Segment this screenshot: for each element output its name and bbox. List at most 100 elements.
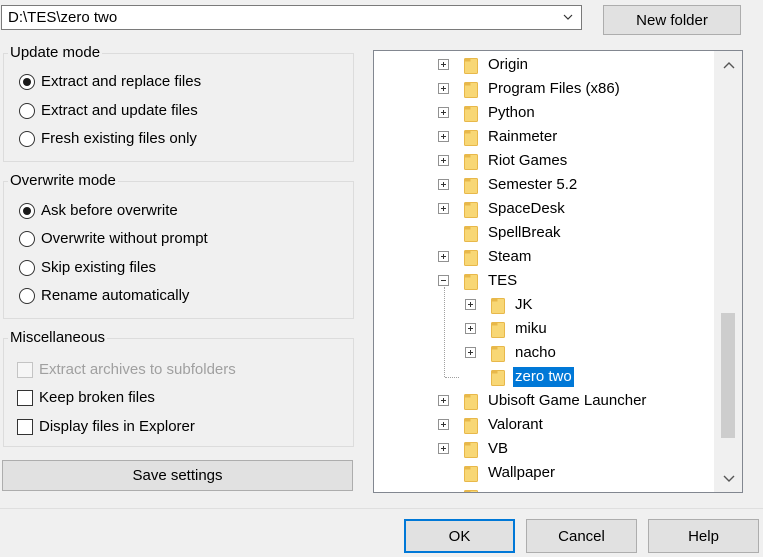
radio-button[interactable] xyxy=(19,287,35,304)
miscellaneous-title: Miscellaneous xyxy=(8,329,108,346)
expand-plus-icon[interactable] xyxy=(465,323,476,334)
option-label: Rename automatically xyxy=(41,287,190,304)
expand-plus-icon[interactable] xyxy=(438,203,449,214)
tree-item-label: miku xyxy=(515,320,547,337)
help-button[interactable]: Help xyxy=(648,519,759,553)
tree-item[interactable]: Semester 5.2 xyxy=(374,173,714,197)
radio-skip-existing[interactable]: Skip existing files xyxy=(19,259,156,276)
tree-item[interactable]: SpaceDesk xyxy=(374,197,714,221)
radio-ask-before-overwrite[interactable]: Ask before overwrite xyxy=(19,202,178,219)
folder-icon xyxy=(464,224,478,242)
tree-item-label: SpellBreak xyxy=(488,224,561,241)
radio-overwrite-without-prompt[interactable]: Overwrite without prompt xyxy=(19,230,208,247)
option-label: Fresh existing files only xyxy=(41,130,197,147)
tree-item[interactable]: Origin xyxy=(374,53,714,77)
expand-plus-icon[interactable] xyxy=(438,419,449,430)
checkbox-keep-broken-files[interactable]: Keep broken files xyxy=(17,389,155,406)
radio-extract-update[interactable]: Extract and update files xyxy=(19,102,198,119)
collapse-minus-icon[interactable] xyxy=(438,275,449,286)
radio-rename-automatically[interactable]: Rename automatically xyxy=(19,287,189,304)
folder-icon xyxy=(464,440,478,458)
expand-plus-icon[interactable] xyxy=(438,83,449,94)
tree-item-label: VB xyxy=(488,440,509,457)
expand-plus-icon[interactable] xyxy=(438,395,449,406)
cancel-label: Cancel xyxy=(558,527,605,545)
tree-item-label: Ubisoft Game Launcher xyxy=(488,392,647,409)
save-settings-button[interactable]: Save settings xyxy=(2,460,353,491)
expand-plus-icon[interactable] xyxy=(438,251,449,262)
tree-item[interactable]: Riot Games xyxy=(374,149,714,173)
tree-item[interactable]: JK xyxy=(374,293,714,317)
expand-plus-icon[interactable] xyxy=(465,347,476,358)
tree-item[interactable]: TES xyxy=(374,269,714,293)
folder-icon xyxy=(464,464,478,482)
option-label: Skip existing files xyxy=(41,259,157,276)
folder-tree[interactable]: Origin Program Files (x86) Python Rainmeter… xyxy=(373,50,743,493)
tree-item[interactable]: Python xyxy=(374,101,714,125)
tree-item-label: nacho xyxy=(515,344,556,361)
scroll-up-icon[interactable] xyxy=(722,61,736,71)
folder-icon xyxy=(464,488,478,492)
help-label: Help xyxy=(688,527,719,545)
folder-icon xyxy=(464,80,478,98)
path-combobox[interactable]: D:\TES\zero two xyxy=(1,5,582,30)
radio-button[interactable] xyxy=(19,202,35,219)
scroll-down-icon[interactable] xyxy=(722,473,736,483)
tree-item-label: TES xyxy=(488,272,518,289)
tree-item[interactable]: zero two xyxy=(374,365,714,389)
folder-icon xyxy=(464,152,478,170)
expand-plus-icon[interactable] xyxy=(438,59,449,70)
tree-item-label: zero two xyxy=(512,366,575,388)
expand-plus-icon[interactable] xyxy=(438,107,449,118)
tree-item[interactable]: Ubisoft Game Launcher xyxy=(374,389,714,413)
tree-item[interactable]: SpellBreak xyxy=(374,221,714,245)
expand-plus-icon[interactable] xyxy=(438,179,449,190)
save-settings-label: Save settings xyxy=(132,467,223,484)
radio-button[interactable] xyxy=(19,73,35,90)
radio-fresh-existing[interactable]: Fresh existing files only xyxy=(19,130,197,147)
cancel-button[interactable]: Cancel xyxy=(526,519,637,553)
tree-item-label: SpaceDesk xyxy=(488,200,565,217)
folder-icon xyxy=(464,176,478,194)
expand-plus-icon[interactable] xyxy=(438,131,449,142)
checkbox[interactable] xyxy=(17,418,33,435)
tree-item[interactable] xyxy=(374,485,714,492)
tree-item-label: Riot Games xyxy=(488,152,568,169)
tree-item[interactable]: Rainmeter xyxy=(374,125,714,149)
expand-plus-icon[interactable] xyxy=(438,155,449,166)
new-folder-label: New folder xyxy=(636,11,708,29)
option-label: Overwrite without prompt xyxy=(41,230,208,247)
folder-icon xyxy=(464,56,478,74)
bottom-separator xyxy=(0,508,763,509)
checkbox-display-in-explorer[interactable]: Display files in Explorer xyxy=(17,418,195,435)
vertical-scrollbar[interactable] xyxy=(714,51,742,492)
option-label: Extract and replace files xyxy=(41,73,202,90)
new-folder-button[interactable]: New folder xyxy=(603,5,741,35)
tree-item[interactable]: Valorant xyxy=(374,413,714,437)
tree-item[interactable]: nacho xyxy=(374,341,714,365)
tree-item-label: Python xyxy=(488,104,535,121)
radio-button[interactable] xyxy=(19,102,35,119)
ok-button[interactable]: OK xyxy=(404,519,515,553)
radio-button[interactable] xyxy=(19,230,35,247)
tree-item[interactable]: miku xyxy=(374,317,714,341)
tree-item[interactable]: Program Files (x86) xyxy=(374,77,714,101)
folder-icon xyxy=(464,248,478,266)
folder-icon xyxy=(491,296,505,314)
folder-icon xyxy=(464,128,478,146)
tree-item[interactable]: Steam xyxy=(374,245,714,269)
chevron-down-icon[interactable] xyxy=(563,10,573,24)
option-label: Display files in Explorer xyxy=(39,418,195,435)
checkbox[interactable] xyxy=(17,389,33,406)
expand-plus-icon[interactable] xyxy=(465,299,476,310)
option-label: Ask before overwrite xyxy=(41,202,178,219)
radio-button[interactable] xyxy=(19,259,35,276)
radio-button[interactable] xyxy=(19,130,35,147)
folder-icon xyxy=(491,344,505,362)
tree-item[interactable]: Wallpaper xyxy=(374,461,714,485)
tree-item-label: Origin xyxy=(488,56,529,73)
tree-item[interactable]: VB xyxy=(374,437,714,461)
expand-plus-icon[interactable] xyxy=(438,443,449,454)
radio-extract-replace[interactable]: Extract and replace files xyxy=(19,73,201,90)
scrollbar-thumb[interactable] xyxy=(721,313,735,438)
